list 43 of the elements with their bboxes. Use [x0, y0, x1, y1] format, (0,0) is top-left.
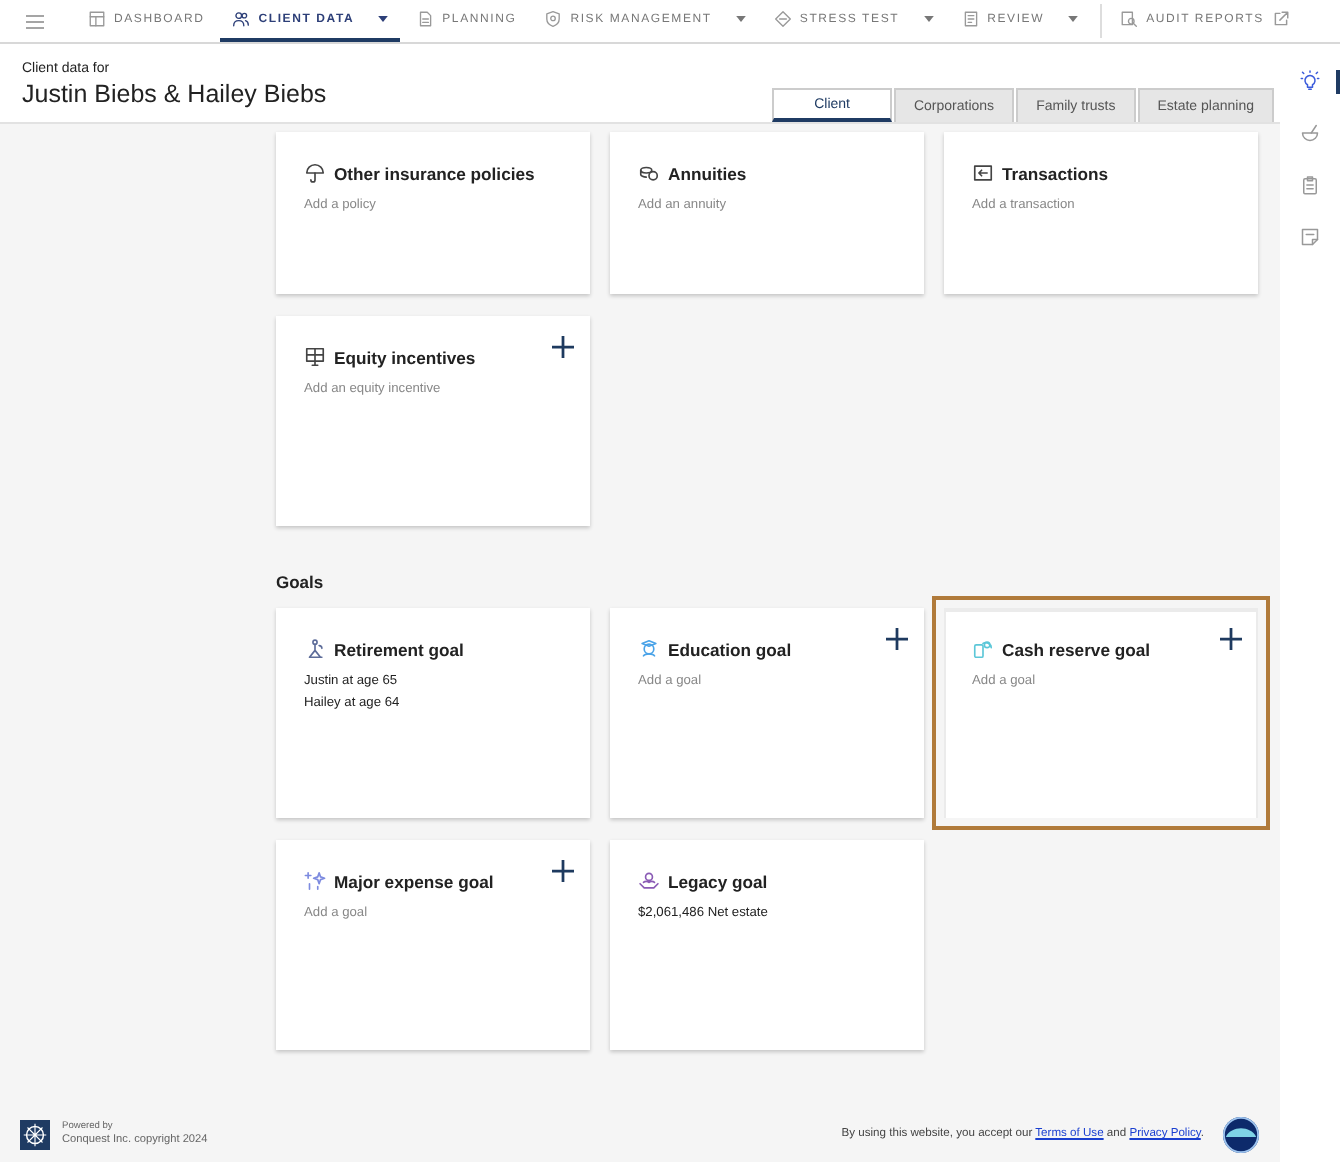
card-title: Other insurance policies	[334, 163, 535, 183]
menu-icon[interactable]	[26, 13, 44, 29]
add-icon[interactable]	[552, 860, 574, 882]
section-heading: Goals	[276, 572, 326, 592]
card-title: Equity incentives	[334, 347, 476, 367]
diamond-icon	[773, 10, 792, 28]
graduate-icon	[638, 638, 660, 660]
people-icon	[232, 10, 251, 28]
caret-icon[interactable]	[923, 16, 934, 22]
external-link-icon[interactable]	[1271, 10, 1290, 28]
add-icon[interactable]	[552, 336, 574, 358]
caret-icon[interactable]	[1068, 16, 1079, 22]
transaction-icon	[972, 162, 994, 184]
document-icon	[416, 10, 435, 28]
compass-logo-icon	[20, 1119, 50, 1149]
card-title: Retirement goal	[334, 639, 464, 659]
grid-icon	[88, 10, 106, 28]
shield-icon	[544, 10, 563, 28]
card-title: Major expense goal	[334, 871, 494, 891]
hands-icon	[638, 870, 660, 892]
card-title: Education goal	[668, 639, 792, 659]
sparkle-icon	[304, 870, 326, 892]
caret-icon[interactable]	[735, 16, 746, 22]
add-icon[interactable]	[886, 628, 908, 650]
note-icon	[1300, 226, 1320, 248]
coins-icon	[638, 162, 660, 184]
lightbulb-icon	[1300, 70, 1320, 92]
umbrella-icon	[304, 162, 326, 184]
clipboard-icon	[1300, 174, 1320, 196]
card-title: Annuities	[668, 163, 747, 183]
cane-icon	[304, 638, 326, 660]
card-title: Transactions	[1002, 163, 1109, 183]
caret-icon[interactable]	[378, 16, 389, 22]
cash-icon	[972, 638, 994, 660]
document-icon	[961, 10, 980, 28]
client-name: Justin Biebs & Hailey Biebs	[22, 80, 327, 108]
card-title: Legacy goal	[668, 871, 768, 891]
add-icon[interactable]	[1220, 628, 1242, 650]
monitor-icon	[304, 346, 326, 368]
bowl-icon	[1300, 122, 1320, 144]
card-title: Cash reserve goal	[1002, 639, 1151, 659]
report-icon	[1120, 10, 1139, 28]
assistant-badge-icon[interactable]	[1222, 1115, 1260, 1153]
